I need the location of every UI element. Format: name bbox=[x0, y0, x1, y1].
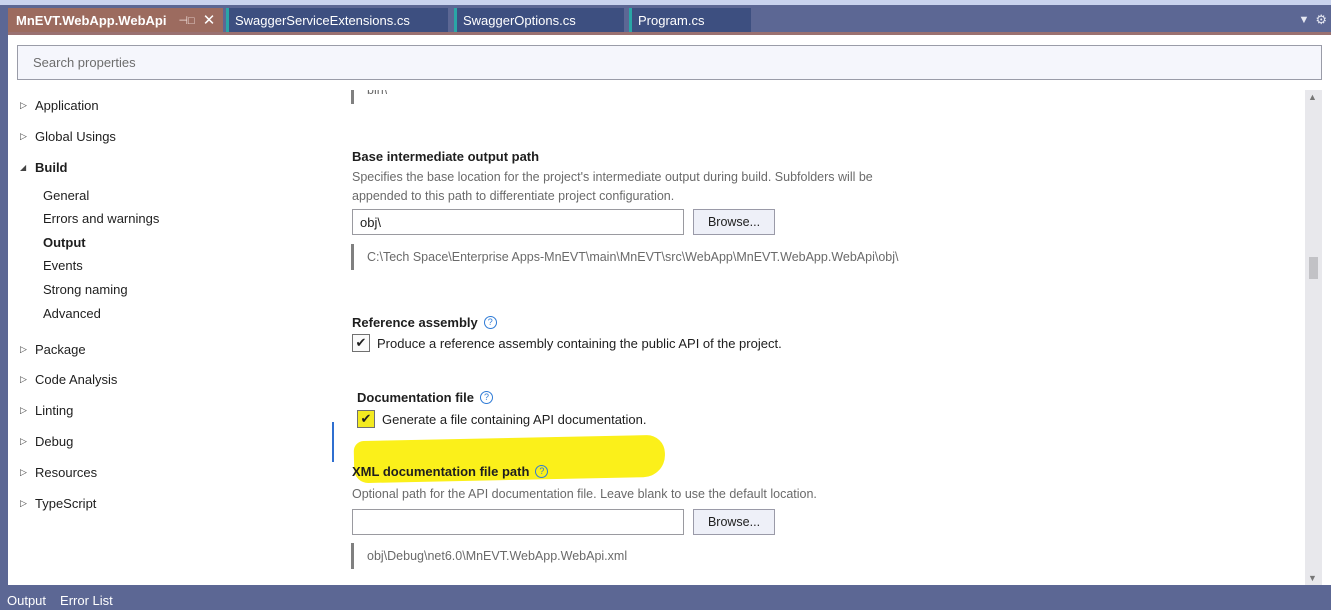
vertical-scrollbar[interactable]: ▲ ▼ bbox=[1305, 90, 1322, 585]
sidebar-subitem-advanced[interactable]: Advanced bbox=[43, 303, 101, 323]
xml-doc-path-title-text: XML documentation file path bbox=[352, 464, 530, 479]
help-icon[interactable]: ? bbox=[483, 316, 497, 329]
sidebar-item-global-usings[interactable]: ▷ Global Usings bbox=[20, 126, 116, 146]
chevron-right-icon: ▷ bbox=[20, 435, 27, 446]
tab-swagger-options[interactable]: SwaggerOptions.cs bbox=[454, 8, 624, 32]
tab-label: MnEVT.WebApp.WebApi bbox=[16, 12, 167, 28]
tab-swagger-service-extensions[interactable]: SwaggerServiceExtensions.cs bbox=[226, 8, 448, 32]
chevron-right-icon: ▷ bbox=[20, 466, 27, 477]
chevron-right-icon: ▷ bbox=[20, 404, 27, 415]
bottom-panel-tabs: Output Error List bbox=[0, 585, 1331, 610]
path-indicator-bar bbox=[351, 543, 354, 569]
pin-icon[interactable]: ⊣□ bbox=[178, 14, 194, 27]
tab-label: Program.cs bbox=[638, 12, 705, 28]
sidebar-item-label: Debug bbox=[35, 433, 74, 449]
sidebar-item-label: Linting bbox=[35, 402, 74, 418]
sidebar-item-label: Build bbox=[35, 159, 68, 175]
sidebar-item-package[interactable]: ▷ Package bbox=[20, 339, 86, 359]
documentation-file-option[interactable]: ✔ Generate a file containing API documen… bbox=[357, 410, 647, 428]
chevron-right-icon: ▷ bbox=[20, 497, 27, 508]
tab-project-properties[interactable]: MnEVT.WebApp.WebApi ⊣□ ✕ bbox=[8, 8, 223, 32]
base-intermediate-resolved-path: C:\Tech Space\Enterprise Apps-MnEVT\main… bbox=[367, 250, 899, 264]
documentation-file-title: Documentation file ? bbox=[357, 390, 494, 405]
xml-doc-path-browse-button[interactable]: Browse... bbox=[693, 509, 775, 535]
base-intermediate-browse-button[interactable]: Browse... bbox=[693, 209, 775, 235]
properties-document: ▷ Application ▷ Global Usings ◢ Build Ge… bbox=[8, 35, 1331, 585]
reference-assembly-option[interactable]: ✔ Produce a reference assembly containin… bbox=[352, 334, 782, 352]
xml-doc-path-input[interactable] bbox=[360, 514, 683, 530]
sidebar-item-build[interactable]: ◢ Build bbox=[20, 157, 68, 177]
sidebar-item-debug[interactable]: ▷ Debug bbox=[20, 431, 73, 451]
help-icon[interactable]: ? bbox=[535, 465, 549, 478]
scroll-down-icon[interactable]: ▼ bbox=[1308, 573, 1317, 583]
tab-label: SwaggerServiceExtensions.cs bbox=[235, 12, 410, 28]
base-intermediate-title: Base intermediate output path bbox=[352, 149, 540, 164]
reference-assembly-checkbox[interactable]: ✔ bbox=[352, 334, 370, 352]
previous-resolved-path: bin\ bbox=[367, 90, 388, 97]
gear-icon[interactable]: ⚙ bbox=[1315, 12, 1327, 28]
sidebar-subitem-general[interactable]: General bbox=[43, 185, 89, 205]
sidebar-subitem-strong-naming[interactable]: Strong naming bbox=[43, 279, 128, 299]
reference-assembly-title-text: Reference assembly bbox=[352, 315, 478, 330]
focus-indicator bbox=[332, 422, 334, 462]
sidebar-item-linting[interactable]: ▷ Linting bbox=[20, 400, 73, 420]
reference-assembly-label: Produce a reference assembly containing … bbox=[377, 335, 782, 351]
search-properties-box[interactable] bbox=[17, 45, 1322, 80]
bottom-tab-output[interactable]: Output bbox=[7, 592, 46, 610]
documentation-file-checkbox[interactable]: ✔ bbox=[357, 410, 375, 428]
xml-doc-path-title: XML documentation file path ? bbox=[352, 464, 549, 479]
base-intermediate-input[interactable] bbox=[360, 214, 683, 230]
search-input[interactable] bbox=[33, 55, 1321, 70]
sidebar-subitem-errors-and-warnings[interactable]: Errors and warnings bbox=[43, 208, 159, 228]
close-icon[interactable]: ✕ bbox=[203, 11, 216, 29]
tab-program[interactable]: Program.cs bbox=[629, 8, 751, 32]
sidebar-subitem-events[interactable]: Events bbox=[43, 255, 83, 275]
help-icon[interactable]: ? bbox=[480, 391, 494, 404]
documentation-file-label: Generate a file containing API documenta… bbox=[382, 411, 647, 427]
chevron-right-icon: ▷ bbox=[20, 99, 27, 110]
sidebar-item-label: Package bbox=[35, 341, 86, 357]
sidebar-item-label: Application bbox=[35, 97, 99, 113]
base-intermediate-description: Specifies the base location for the proj… bbox=[352, 170, 873, 203]
chevron-down-icon[interactable]: ▼ bbox=[1298, 14, 1309, 26]
sidebar-item-label: TypeScript bbox=[35, 495, 97, 511]
xml-doc-resolved-path: obj\Debug\net6.0\MnEVT.WebApp.WebApi.xml bbox=[367, 549, 628, 563]
chevron-right-icon: ▷ bbox=[20, 373, 27, 384]
scrollbar-thumb[interactable] bbox=[1309, 257, 1318, 279]
xml-doc-path-description: Optional path for the API documentation … bbox=[352, 487, 817, 501]
chevron-expanded-icon: ◢ bbox=[20, 162, 27, 172]
sidebar-item-label: Global Usings bbox=[35, 128, 116, 144]
reference-assembly-title: Reference assembly ? bbox=[352, 315, 497, 330]
properties-content: bin\ Base intermediate output path Speci… bbox=[324, 90, 1314, 585]
xml-doc-path-field[interactable] bbox=[352, 509, 684, 535]
chevron-right-icon: ▷ bbox=[20, 130, 27, 141]
tab-tools: ▼ ⚙ bbox=[1298, 12, 1327, 28]
sidebar-item-application[interactable]: ▷ Application bbox=[20, 95, 99, 115]
sidebar-item-label: Code Analysis bbox=[35, 371, 118, 387]
sidebar-item-typescript[interactable]: ▷ TypeScript bbox=[20, 493, 96, 513]
scroll-up-icon[interactable]: ▲ bbox=[1308, 92, 1317, 102]
tab-label: SwaggerOptions.cs bbox=[463, 12, 576, 28]
sidebar-item-code-analysis[interactable]: ▷ Code Analysis bbox=[20, 369, 117, 389]
chevron-right-icon: ▷ bbox=[20, 343, 27, 354]
sidebar-subitem-output[interactable]: Output bbox=[43, 232, 86, 252]
path-indicator-bar bbox=[351, 244, 354, 270]
documentation-file-title-text: Documentation file bbox=[357, 390, 475, 405]
bottom-tab-error-list[interactable]: Error List bbox=[60, 592, 113, 610]
sidebar-item-resources[interactable]: ▷ Resources bbox=[20, 462, 97, 482]
sidebar-item-label: Resources bbox=[35, 464, 98, 480]
path-indicator-bar bbox=[351, 90, 354, 104]
base-intermediate-field[interactable] bbox=[352, 209, 684, 235]
